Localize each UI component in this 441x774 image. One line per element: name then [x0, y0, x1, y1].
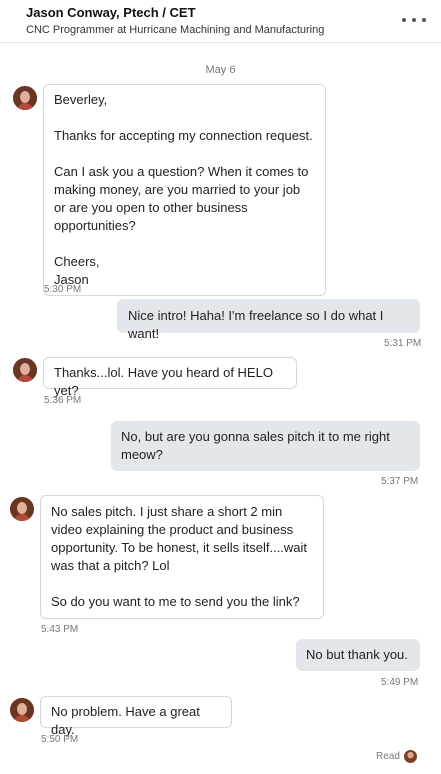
message-timestamp: 5:37 PM	[381, 476, 419, 487]
message-timestamp: 5:36 PM	[44, 395, 82, 406]
message-timestamp: 5:43 PM	[41, 624, 79, 635]
read-receipt-label: Read	[376, 751, 400, 762]
message-bubble: Nice intro! Haha! I'm freelance so I do …	[117, 299, 420, 341]
message-timestamp: 5:49 PM	[381, 677, 419, 688]
sender-avatar[interactable]	[13, 358, 37, 382]
message-timestamp: 5:30 PM	[44, 284, 82, 295]
message-timestamp: 5:31 PM	[384, 338, 422, 349]
sender-avatar[interactable]	[10, 698, 34, 722]
message-bubble: No but thank you.	[296, 639, 420, 671]
message-timestamp: 5:50 PM	[41, 734, 79, 745]
message-bubble: No sales pitch. I just share a short 2 m…	[40, 495, 324, 619]
sender-avatar[interactable]	[10, 497, 34, 521]
date-separator: May 6	[205, 64, 236, 76]
message-bubble: Thanks...lol. Have you heard of HELO yet…	[43, 357, 297, 398]
sender-avatar[interactable]	[13, 86, 37, 110]
contact-name[interactable]: Jason Conway, Ptech / CET	[26, 5, 196, 20]
contact-headline: CNC Programmer at Hurricane Machining an…	[26, 24, 325, 36]
message-bubble: No, but are you gonna sales pitch it to …	[111, 421, 420, 471]
ellipsis-icon	[402, 18, 406, 22]
read-receipt-avatar	[404, 750, 417, 763]
more-options-button[interactable]	[402, 12, 426, 28]
conversation-header: Jason Conway, Ptech / CET CNC Programmer…	[0, 0, 441, 43]
message-bubble: Beverley, Thanks for accepting my connec…	[43, 84, 326, 296]
message-bubble: No problem. Have a great day.	[40, 696, 232, 737]
